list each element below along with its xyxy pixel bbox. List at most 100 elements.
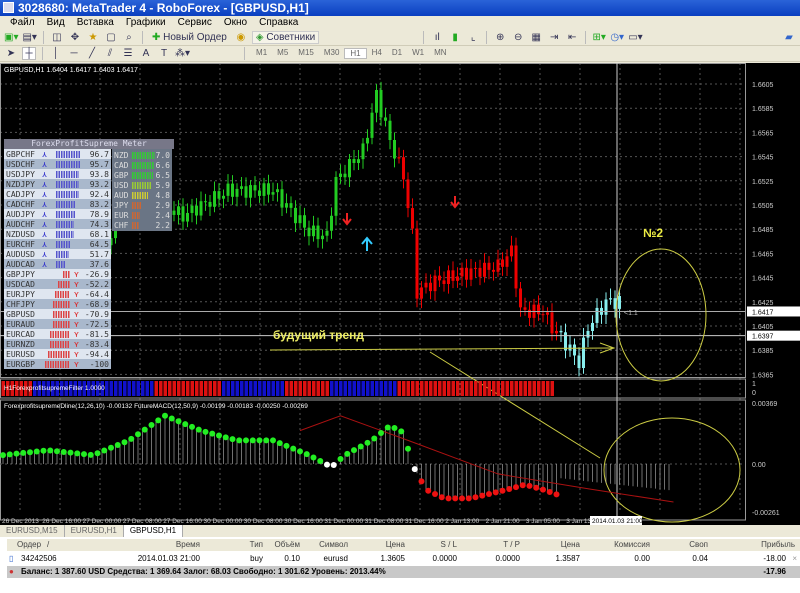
line-chart-icon[interactable]: ⌞: [466, 31, 480, 44]
col-swap[interactable]: Своп: [689, 539, 708, 551]
col-type[interactable]: Тип: [250, 539, 263, 551]
tab-eurusd-m15[interactable]: EURUSD,M15: [0, 525, 65, 537]
menu-file[interactable]: Файл: [4, 16, 41, 30]
templates-icon[interactable]: ▭▾: [628, 31, 642, 44]
indicators-icon[interactable]: ⊞▾: [592, 31, 606, 44]
col-profit[interactable]: Прибыль: [761, 539, 795, 551]
menu-view[interactable]: Вид: [41, 16, 71, 30]
candle-body: [186, 212, 189, 222]
filter-bar: [262, 381, 266, 396]
order-open-price: 1.3605: [380, 554, 405, 563]
menu-help[interactable]: Справка: [253, 16, 304, 30]
col-open-price[interactable]: Цена: [386, 539, 405, 551]
pair-symbol: AUDCAD: [6, 259, 35, 269]
filter-bar: [240, 381, 244, 396]
new-order-button[interactable]: ✚ Новый Ордер: [149, 31, 230, 44]
cursor-icon[interactable]: ➤: [4, 47, 18, 60]
timeframe-m5[interactable]: M5: [272, 48, 293, 59]
candle-body: [325, 230, 329, 236]
tester-icon[interactable]: ⌕: [122, 31, 136, 44]
market-watch-icon[interactable]: ◫: [50, 31, 64, 44]
col-volume[interactable]: Объём: [275, 539, 301, 551]
candle-body: [181, 206, 185, 222]
down-arrow-icon: ⋎: [74, 279, 79, 289]
filter-bar: [519, 381, 523, 396]
order-row[interactable]: ▯ 34242506 2014.01.03 21:00 buy 0.10 eur…: [7, 553, 800, 565]
strength-bar: [45, 360, 70, 368]
tab-eurusd-h1[interactable]: EURUSD,H1: [65, 525, 124, 537]
tile-icon[interactable]: ▦: [529, 31, 543, 44]
timeframe-m15[interactable]: M15: [293, 48, 319, 59]
periods-icon[interactable]: ◷▾: [610, 31, 624, 44]
shapes-icon[interactable]: ⁂▾: [175, 47, 190, 60]
time-tick-label: 26 Dec 16:00: [42, 518, 81, 525]
terminal-icon[interactable]: ▢: [104, 31, 118, 44]
pair-symbol: CHFJPY: [6, 299, 35, 309]
metaeditor-icon[interactable]: ◉: [234, 31, 248, 44]
oscillator-dot: [533, 484, 540, 491]
profiles-icon[interactable]: ▤▾: [22, 31, 36, 44]
tab-gbpusd-h1[interactable]: GBPUSD,H1: [123, 525, 184, 537]
col-price[interactable]: Цена: [561, 539, 580, 551]
timeframe-mn[interactable]: MN: [429, 48, 451, 59]
menu-tools[interactable]: Сервис: [172, 16, 218, 30]
zoom-in-icon[interactable]: ⊕: [493, 31, 507, 44]
col-commission[interactable]: Комиссия: [614, 539, 650, 551]
col-symbol[interactable]: Символ: [319, 539, 348, 551]
bar-chart-icon[interactable]: ıl: [430, 31, 444, 44]
new-chart-icon[interactable]: ▣▾: [4, 31, 18, 44]
filter-bar: [456, 381, 460, 396]
meter-pair-row: EURCHF ⋏ 64.5: [4, 239, 111, 249]
chat-icon[interactable]: ▰: [782, 31, 796, 44]
crosshair-icon[interactable]: ┼: [22, 47, 36, 60]
menu-insert[interactable]: Вставка: [71, 16, 120, 30]
autoscroll-icon[interactable]: ⇥: [547, 31, 561, 44]
close-order-icon[interactable]: ×: [792, 553, 797, 565]
pair-value: -26.9: [84, 269, 109, 279]
pair-symbol: EURAUD: [6, 319, 35, 329]
zoom-out-icon[interactable]: ⊖: [511, 31, 525, 44]
timeframe-m30[interactable]: M30: [319, 48, 345, 59]
filter-bar: [159, 381, 163, 396]
timeframe-w1[interactable]: W1: [407, 48, 429, 59]
fibonacci-icon[interactable]: ☰: [121, 47, 135, 60]
timeframe-h4[interactable]: H4: [367, 48, 387, 59]
vertical-line-icon[interactable]: │: [49, 47, 63, 60]
currency-value: 7.0: [155, 150, 170, 160]
candles-icon[interactable]: ▮: [448, 31, 462, 44]
timeframe-h1[interactable]: H1: [344, 48, 367, 59]
price-tick-label: 1.6385: [752, 348, 774, 355]
chart-window[interactable]: 1.6605 1.6585 1.6565 1.6545 1.6525 1.6505 1.64…: [0, 63, 800, 525]
col-sl[interactable]: S / L: [441, 539, 457, 551]
experts-button[interactable]: ◈ Советники: [251, 31, 320, 44]
filter-bar: [433, 381, 437, 396]
col-order[interactable]: Ордер: [17, 539, 41, 551]
balance-row: ● Баланс: 1 387.60 USD Средства: 1 369.6…: [7, 566, 800, 578]
shift-icon[interactable]: ⇤: [565, 31, 579, 44]
candle-body: [505, 256, 509, 267]
oscillator-dot: [263, 437, 270, 444]
pair-symbol: EURCAD: [6, 329, 35, 339]
oscillator-dot: [222, 434, 229, 441]
navigator-icon[interactable]: ✥: [68, 31, 82, 44]
timeframe-m1[interactable]: M1: [251, 48, 272, 59]
filter-bar: [280, 381, 284, 396]
col-time[interactable]: Время: [176, 539, 200, 551]
trendline-icon[interactable]: ╱: [85, 47, 99, 60]
filter-bar: [307, 381, 311, 396]
channel-icon[interactable]: ⫽: [103, 47, 117, 60]
oscillator-dot: [492, 489, 499, 496]
terminal-panel: Ордер / Время Тип Объём Символ Цена S / …: [0, 537, 800, 593]
horizontal-line-icon[interactable]: ─: [67, 47, 81, 60]
folder-icon[interactable]: ★: [86, 31, 100, 44]
label-icon[interactable]: T: [157, 47, 171, 60]
menu-window[interactable]: Окно: [218, 16, 253, 30]
text-tool[interactable]: A: [139, 47, 153, 60]
oscillator-dot: [162, 412, 168, 419]
filter-bar: [541, 381, 545, 396]
chart-canvas[interactable]: 1.6605 1.6585 1.6565 1.6545 1.6525 1.6505 1.64…: [0, 63, 800, 525]
col-tp[interactable]: T / P: [503, 539, 520, 551]
strength-bar: [52, 300, 70, 308]
timeframe-d1[interactable]: D1: [387, 48, 407, 59]
menu-charts[interactable]: Графики: [120, 16, 172, 30]
